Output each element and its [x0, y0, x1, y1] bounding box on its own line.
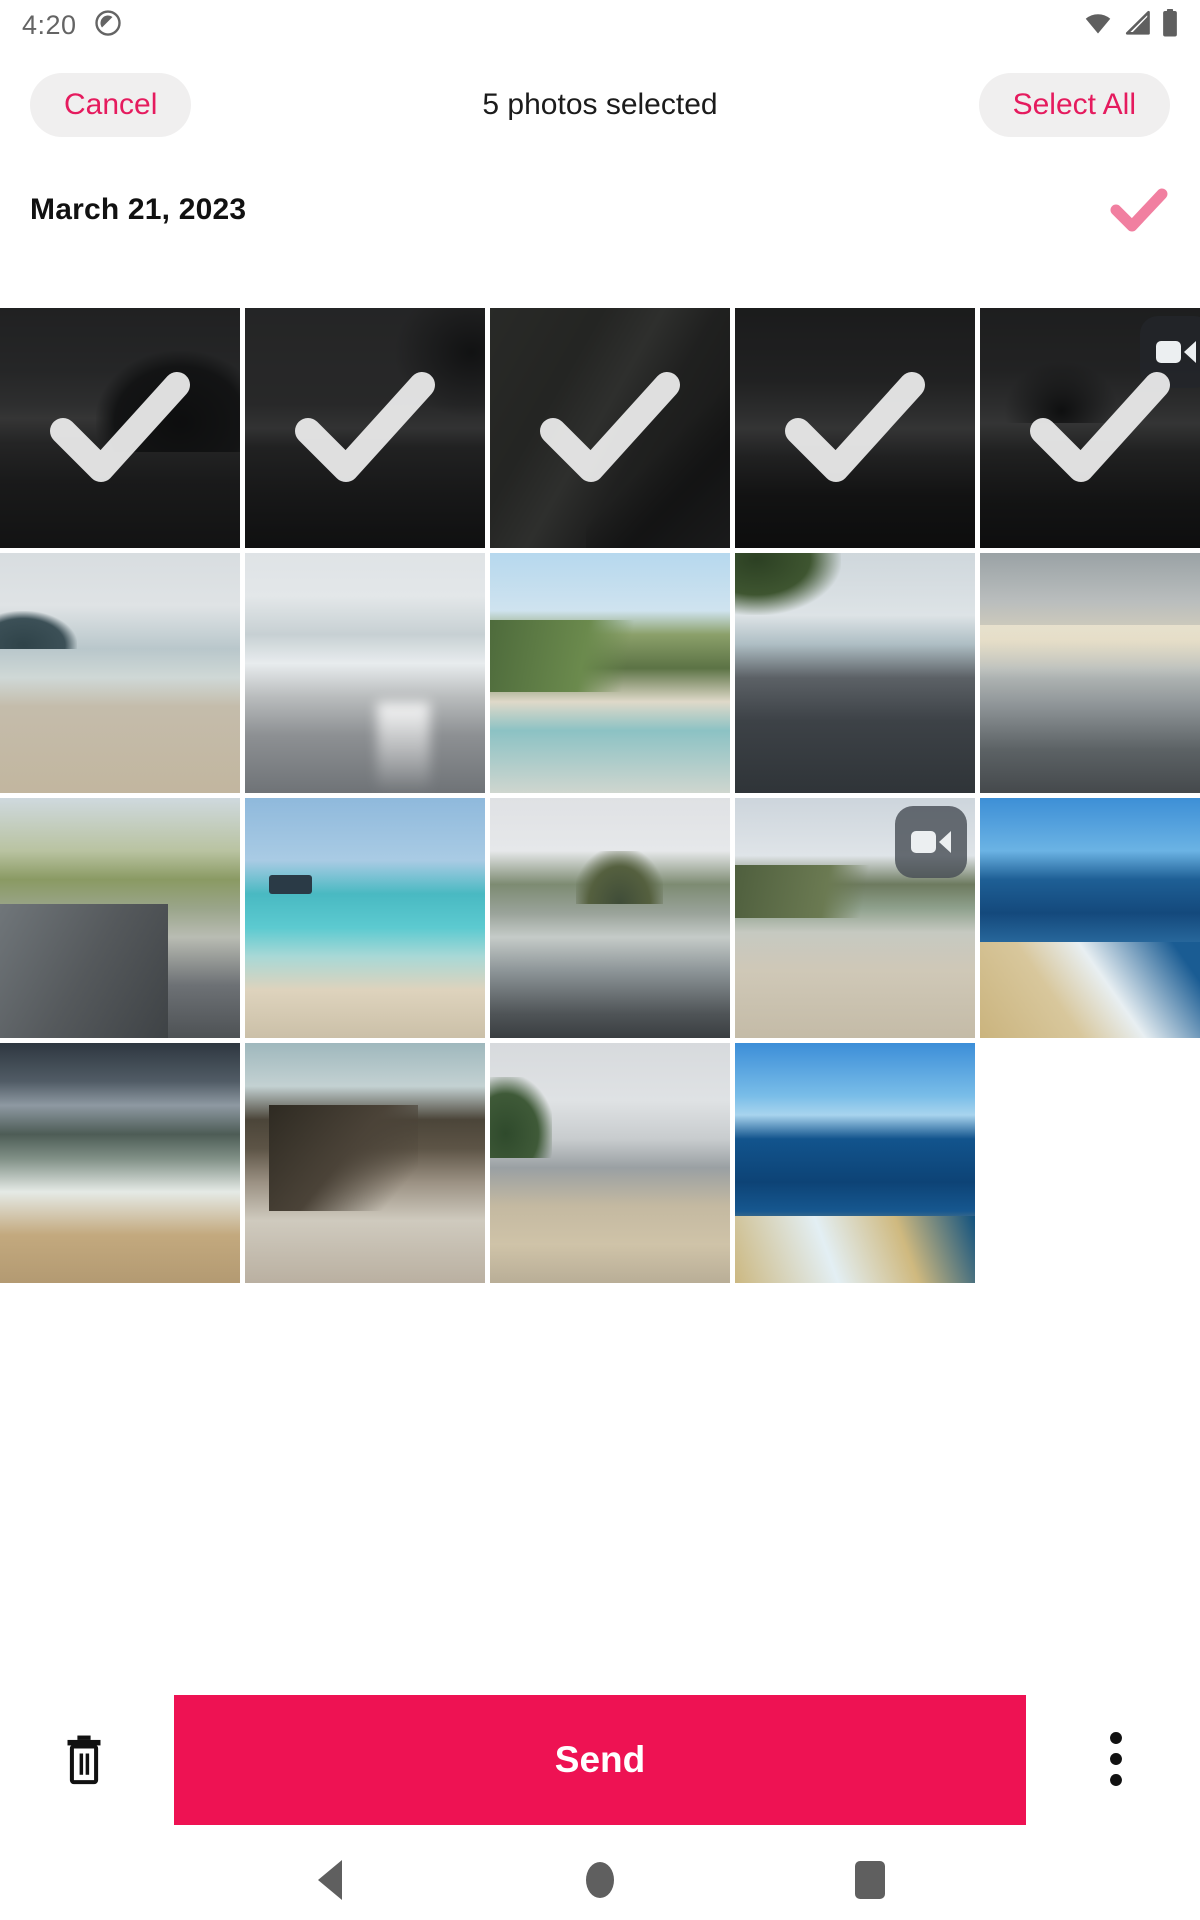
photo-image — [735, 1043, 975, 1283]
photo-thumbnail[interactable] — [0, 553, 240, 793]
overflow-menu-button[interactable] — [1080, 1724, 1152, 1796]
photo-thumbnail[interactable] — [980, 553, 1200, 793]
photo-image — [0, 308, 240, 548]
selection-app-bar: Cancel 5 photos selected Select All — [0, 50, 1200, 160]
photo-thumbnail[interactable] — [735, 798, 975, 1038]
photo-thumbnail[interactable] — [0, 798, 240, 1038]
photo-picker-screen: 4:20 Cancel 5 photos selected Select All… — [0, 0, 1200, 1920]
back-triangle-icon — [318, 1860, 342, 1900]
date-label: March 21, 2023 — [30, 193, 247, 226]
nav-back-button[interactable] — [300, 1850, 360, 1910]
status-bar-left: 4:20 — [22, 8, 123, 43]
photo-thumbnail[interactable] — [245, 798, 485, 1038]
photo-thumbnail[interactable] — [735, 308, 975, 548]
date-section-header: March 21, 2023 — [0, 160, 1200, 260]
photo-thumbnail[interactable] — [980, 798, 1200, 1038]
photo-grid — [0, 308, 1200, 1283]
delete-button[interactable] — [48, 1724, 120, 1796]
photo-image — [0, 1043, 240, 1283]
photo-image — [245, 1043, 485, 1283]
photo-image — [245, 308, 485, 548]
photo-image — [245, 798, 485, 1038]
photo-image — [0, 553, 240, 793]
photo-thumbnail[interactable] — [245, 553, 485, 793]
photo-thumbnail[interactable] — [0, 308, 240, 548]
photo-image — [490, 798, 730, 1038]
android-navigation-bar — [0, 1840, 1200, 1920]
photo-thumbnail[interactable] — [0, 1043, 240, 1283]
photo-thumbnail[interactable] — [245, 308, 485, 548]
photo-thumbnail[interactable] — [735, 1043, 975, 1283]
photo-image — [490, 1043, 730, 1283]
more-vertical-icon — [1109, 1731, 1123, 1790]
photo-thumbnail[interactable] — [490, 553, 730, 793]
cancel-button[interactable]: Cancel — [30, 73, 192, 137]
photo-thumbnail[interactable] — [245, 1043, 485, 1283]
select-all-button[interactable]: Select All — [978, 73, 1170, 137]
nav-home-button[interactable] — [570, 1850, 630, 1910]
photo-image — [735, 553, 975, 793]
photo-image — [490, 308, 730, 548]
home-circle-icon — [586, 1862, 614, 1898]
photo-image — [490, 553, 730, 793]
recents-square-icon — [855, 1861, 885, 1899]
date-select-check-icon[interactable] — [1108, 184, 1170, 236]
wifi-icon — [1083, 10, 1113, 41]
action-bar: Send — [0, 1680, 1200, 1840]
trash-icon — [62, 1733, 106, 1788]
photo-image — [980, 308, 1200, 548]
photo-image — [980, 798, 1200, 1038]
photo-image — [245, 553, 485, 793]
photo-thumbnail[interactable] — [490, 308, 730, 548]
photo-thumbnail[interactable] — [980, 308, 1200, 548]
photo-image — [735, 308, 975, 548]
photo-image — [980, 553, 1200, 793]
do-not-disturb-icon — [93, 8, 123, 43]
cellular-signal-icon — [1124, 10, 1151, 41]
send-button[interactable]: Send — [174, 1695, 1026, 1825]
photo-thumbnail[interactable] — [735, 553, 975, 793]
photo-thumbnail[interactable] — [490, 1043, 730, 1283]
battery-icon — [1162, 8, 1178, 42]
status-bar-clock: 4:20 — [22, 9, 77, 40]
nav-recents-button[interactable] — [840, 1850, 900, 1910]
status-bar-right — [1083, 8, 1178, 42]
photo-image — [0, 798, 240, 1038]
photo-thumbnail[interactable] — [490, 798, 730, 1038]
status-bar: 4:20 — [0, 0, 1200, 50]
photo-image — [735, 798, 975, 1038]
